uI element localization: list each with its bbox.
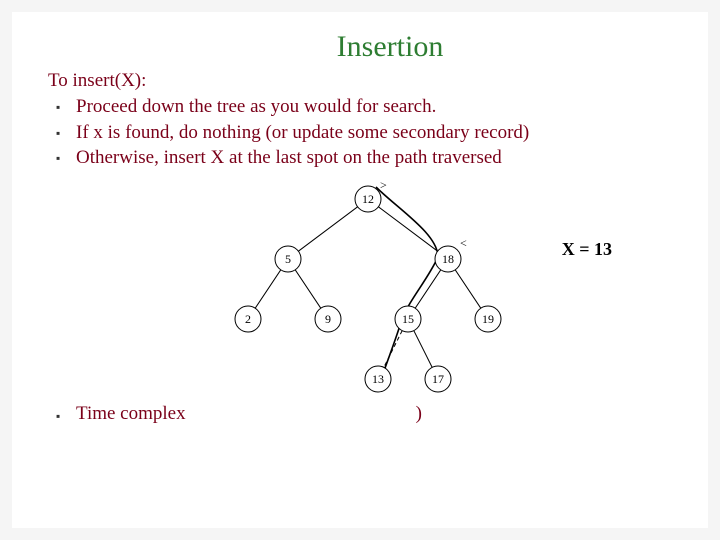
- svg-text:17: 17: [432, 372, 444, 386]
- figure-area: 12 5 18 2 9 15 19 13 17 > < X = 13: [48, 179, 672, 399]
- bullet-item: If x is found, do nothing (or update som…: [56, 120, 672, 146]
- last-line-list: Time complex): [48, 403, 672, 425]
- slide: Insertion To insert(X): Proceed down the…: [12, 12, 708, 528]
- bullet-item: Otherwise, insert X at the last spot on …: [56, 145, 672, 171]
- x-equals-label: X = 13: [562, 239, 612, 260]
- tree-diagram: 12 5 18 2 9 15 19 13 17 > <: [198, 179, 538, 399]
- time-complexity-line: Time complex): [56, 403, 672, 425]
- svg-text:18: 18: [442, 252, 454, 266]
- svg-text:12: 12: [362, 192, 374, 206]
- svg-text:<: <: [460, 236, 467, 250]
- time-complexity-right: ): [416, 403, 422, 424]
- svg-text:13: 13: [372, 372, 384, 386]
- svg-text:15: 15: [402, 312, 414, 326]
- bullet-list: Proceed down the tree as you would for s…: [48, 94, 672, 171]
- svg-text:>: >: [380, 179, 387, 192]
- svg-text:9: 9: [325, 312, 331, 326]
- intro-line: To insert(X):: [48, 70, 672, 92]
- svg-text:19: 19: [482, 312, 494, 326]
- svg-text:2: 2: [245, 312, 251, 326]
- svg-text:5: 5: [285, 252, 291, 266]
- bullet-item: Proceed down the tree as you would for s…: [56, 94, 672, 120]
- slide-title: Insertion: [108, 30, 672, 64]
- time-complexity-left: Time complex: [76, 403, 186, 424]
